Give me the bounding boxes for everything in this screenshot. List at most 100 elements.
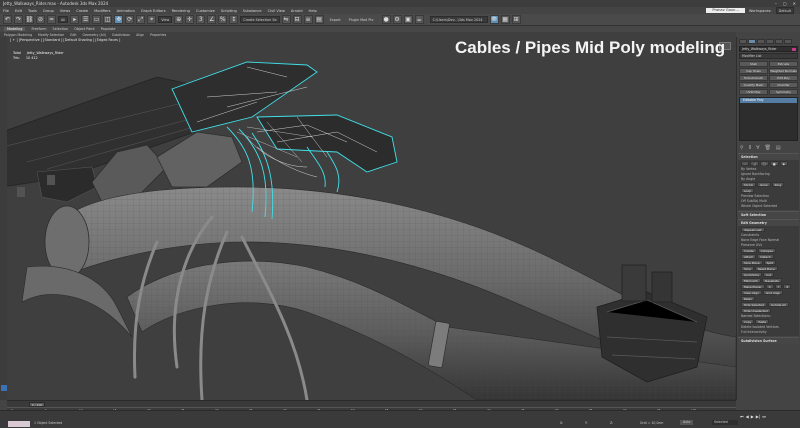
- object-color-swatch[interactable]: [792, 48, 796, 51]
- select-manipulate-icon[interactable]: ✛: [185, 15, 195, 24]
- menu-substance[interactable]: Substance: [243, 9, 262, 13]
- menu-graph-editors[interactable]: Graph Editors: [141, 9, 166, 13]
- hierarchy-tab-icon[interactable]: [757, 39, 765, 44]
- menu-civil-view[interactable]: Civil View: [268, 9, 285, 13]
- rectangular-selection-icon[interactable]: ▭: [92, 15, 102, 24]
- quickslice-button[interactable]: QuickSlice: [741, 272, 762, 277]
- key-filter-select[interactable]: Selected: [712, 420, 738, 425]
- pivot-center-icon[interactable]: ⊕: [174, 15, 184, 24]
- ribbon-tab-freeform[interactable]: Freeform: [31, 27, 46, 31]
- make-planar-button[interactable]: Make Planar: [741, 284, 765, 289]
- ribbon-panel-subdivision[interactable]: Subdivision: [112, 33, 130, 37]
- element-mode-icon[interactable]: ◆: [779, 161, 788, 166]
- shrink-button[interactable]: Shrink: [741, 182, 757, 187]
- preview-multi-radio[interactable]: Multi: [759, 199, 767, 203]
- project-folder-icon[interactable]: ▦: [500, 15, 510, 24]
- ribbon-panel-modify-selection[interactable]: Modify Selection: [38, 33, 64, 37]
- percent-snap-icon[interactable]: %: [218, 15, 228, 24]
- menu-animation[interactable]: Animation: [117, 9, 135, 13]
- viewport-label[interactable]: [ + ] [Perspective ] [Standard ] [Defaul…: [10, 38, 120, 42]
- ribbon-panel-properties[interactable]: Properties: [150, 33, 166, 37]
- constraint-normal-radio[interactable]: Normal: [768, 238, 780, 242]
- ribbon-tab-object-paint[interactable]: Object Paint: [74, 27, 95, 31]
- quadify-mesh-button[interactable]: Quadify Mesh: [739, 82, 768, 88]
- menu-file[interactable]: File: [3, 9, 9, 13]
- reset-plane-button[interactable]: Reset Plane: [754, 266, 778, 271]
- slice-plane-button[interactable]: Slice Plane: [741, 260, 763, 265]
- select-object-icon[interactable]: ▸: [70, 15, 80, 24]
- preview-off-radio[interactable]: Off: [741, 199, 746, 203]
- hide-unselected-button[interactable]: Hide Unselected: [741, 308, 771, 313]
- minimize-button[interactable]: –: [775, 1, 777, 6]
- select-by-name-icon[interactable]: ☰: [81, 15, 91, 24]
- menu-help[interactable]: Help: [309, 9, 317, 13]
- modify-tab-icon[interactable]: [748, 39, 756, 44]
- ribbon-tab-modeling[interactable]: Modeling: [4, 27, 26, 31]
- window-crossing-icon[interactable]: ◫: [103, 15, 113, 24]
- slice-button[interactable]: Slice: [741, 266, 754, 271]
- stack-item-editable-poly[interactable]: Editable Poly: [740, 98, 797, 103]
- menu-tools[interactable]: Tools: [28, 9, 37, 13]
- toggle-ribbon-icon[interactable]: ▤: [314, 15, 324, 24]
- view-align-button[interactable]: View Align: [741, 290, 763, 295]
- make-unique-icon[interactable]: ∀: [756, 145, 759, 151]
- copy-button[interactable]: Copy: [741, 319, 755, 324]
- ribbon-panel-align[interactable]: Align: [136, 33, 144, 37]
- polygon-mode-icon[interactable]: ■: [769, 161, 779, 166]
- uvw-map-button[interactable]: UVW Map: [739, 89, 768, 95]
- collapse-button[interactable]: Collapse: [757, 248, 776, 253]
- render-icon[interactable]: ☕: [414, 15, 424, 24]
- snaps-toggle-icon[interactable]: 3: [196, 15, 206, 24]
- material-editor-icon[interactable]: ●: [381, 15, 391, 24]
- vertex-mode-icon[interactable]: ⁘: [741, 161, 750, 166]
- ribbon-panel-geometry[interactable]: Geometry (All): [83, 33, 106, 37]
- menu-scripting[interactable]: Scripting: [221, 9, 237, 13]
- cap-holes-button[interactable]: Cap Holes: [739, 68, 768, 74]
- constraint-face-radio[interactable]: Face: [759, 238, 766, 242]
- relax-button[interactable]: Relax: [741, 296, 755, 301]
- create-button[interactable]: Create: [741, 248, 757, 253]
- attach-button[interactable]: Attach: [741, 254, 757, 259]
- tessellate-button[interactable]: Tessellate: [761, 278, 782, 283]
- cut-button[interactable]: Cut: [762, 272, 774, 277]
- edit-poly-button[interactable]: Edit Poly: [769, 75, 798, 81]
- redo-icon[interactable]: ↷: [14, 15, 23, 24]
- ribbon-panel-edit[interactable]: Edit: [70, 33, 76, 37]
- rotate-icon[interactable]: ⟳: [125, 15, 135, 24]
- workspace-select[interactable]: Default: [775, 7, 794, 14]
- maxscript-listener[interactable]: [8, 421, 30, 427]
- loop-button[interactable]: Loop: [741, 188, 754, 193]
- subdivision-surface-header[interactable]: Subdivision Surface: [738, 338, 799, 344]
- ribbon-tab-populate[interactable]: Populate: [101, 27, 116, 31]
- close-button[interactable]: ✕: [793, 1, 796, 6]
- ribbon-tab-selection[interactable]: Selection: [53, 27, 69, 31]
- unhide-all-button[interactable]: Unhide All: [768, 302, 789, 307]
- undo-icon[interactable]: ↶: [3, 15, 12, 24]
- auto-backup-icon[interactable]: ⛃: [489, 15, 499, 24]
- scene-explorer-icon[interactable]: ⊞: [511, 15, 521, 24]
- shell-button[interactable]: Shell: [739, 61, 768, 67]
- project-path-select[interactable]: C:\Users\Dev...\3ds Max 2024: [429, 16, 488, 23]
- prev-frame-icon[interactable]: ◀: [746, 414, 749, 419]
- go-to-end-icon[interactable]: ⏭: [762, 414, 766, 419]
- weighted-normals-button[interactable]: Weighted Normals: [769, 68, 798, 74]
- preview-subobj-radio[interactable]: SubObj: [747, 199, 759, 203]
- go-to-start-icon[interactable]: ⏮: [740, 414, 744, 419]
- move-icon[interactable]: ✥: [114, 15, 124, 24]
- pin-stack-icon[interactable]: ⚲: [740, 145, 744, 151]
- edge-mode-icon[interactable]: ◿: [750, 161, 759, 166]
- constraint-edge-radio[interactable]: Edge: [750, 238, 758, 242]
- play-icon[interactable]: ▶: [751, 414, 754, 419]
- grow-button[interactable]: Grow: [757, 182, 771, 187]
- sign-in-button[interactable]: Pranav Goun...: [706, 8, 745, 13]
- show-end-result-icon[interactable]: Ⅱ: [749, 145, 751, 151]
- paste-button[interactable]: Paste: [755, 319, 770, 324]
- extrude-button[interactable]: Extrude: [769, 61, 798, 67]
- border-mode-icon[interactable]: ◯: [759, 161, 769, 166]
- angle-snap-icon[interactable]: ∠: [207, 15, 217, 24]
- ribbon-panel-polygon-modeling[interactable]: Polygon Modeling: [4, 33, 32, 37]
- display-tab-icon[interactable]: [775, 39, 783, 44]
- chamfer-button[interactable]: Chamfer: [769, 82, 798, 88]
- configure-sets-icon[interactable]: ▤: [776, 145, 781, 151]
- reference-coordinate-select[interactable]: View: [158, 16, 173, 23]
